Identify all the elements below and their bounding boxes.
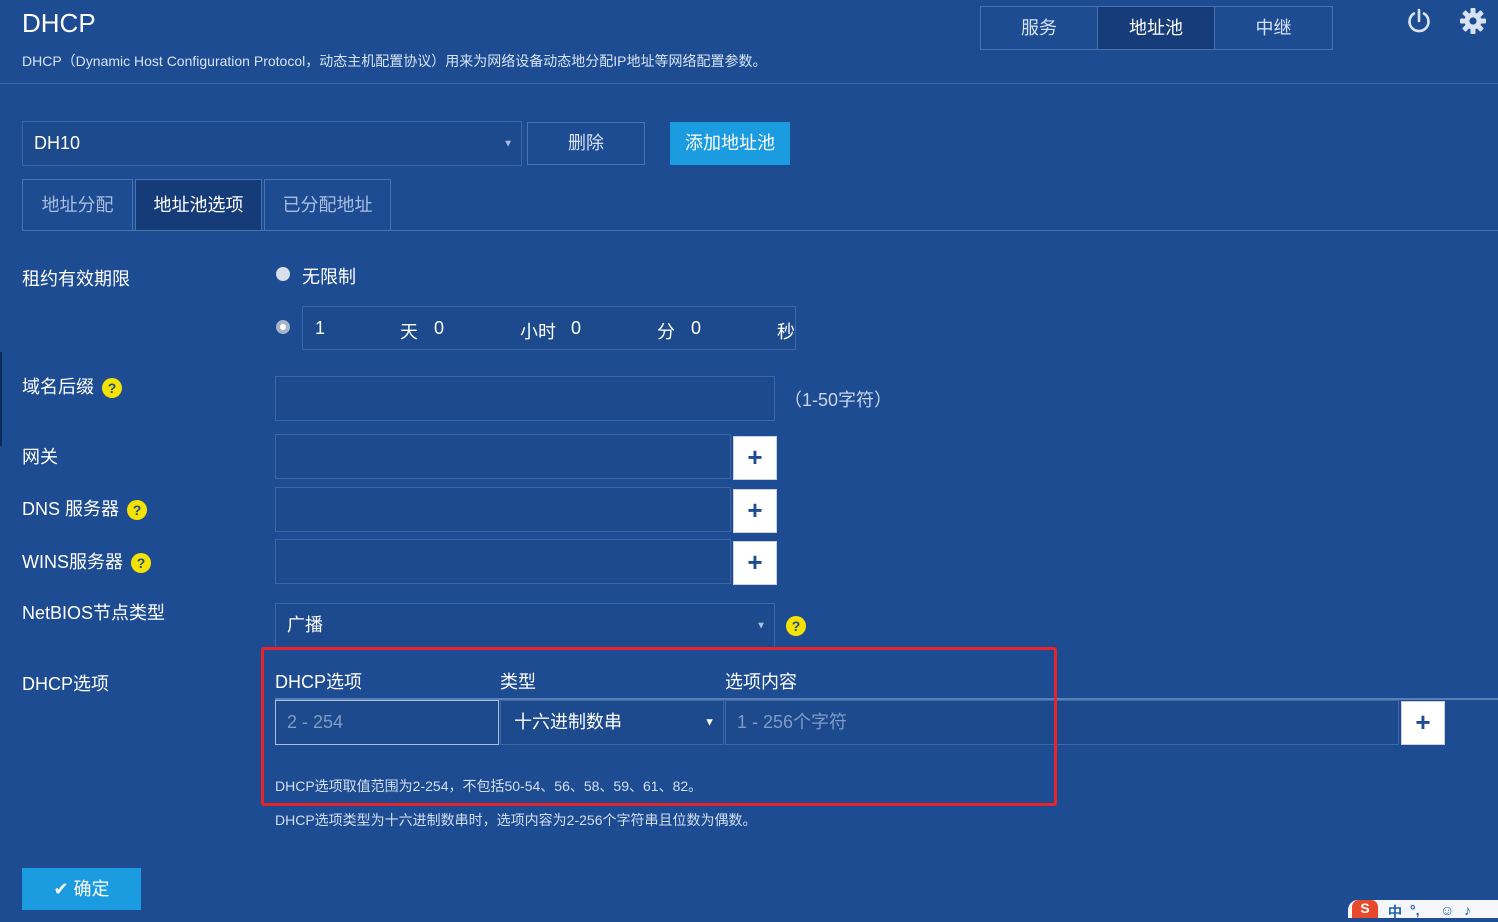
emoji-icon[interactable]: ☺ xyxy=(1440,902,1454,918)
help-icon[interactable]: ? xyxy=(786,616,806,636)
ime-punctuation-label[interactable]: °, xyxy=(1410,902,1420,918)
domain-suffix-input[interactable] xyxy=(275,376,775,421)
confirm-button[interactable]: ✔ 确定 xyxy=(22,868,141,910)
dns-input[interactable] xyxy=(275,487,731,532)
lease-days-input[interactable]: 1 xyxy=(315,318,325,339)
section-switch: 服务 地址池 中继 xyxy=(980,6,1333,50)
wins-input[interactable] xyxy=(275,539,731,584)
plus-icon: + xyxy=(747,442,763,472)
lease-minutes-input[interactable]: 0 xyxy=(571,318,581,339)
highlight-box xyxy=(261,647,1057,806)
netbios-select-value: 广播 xyxy=(287,615,323,635)
sogou-icon[interactable]: S xyxy=(1352,900,1378,918)
chevron-down-icon: ▼ xyxy=(756,620,766,631)
lease-label: 租约有效期限 xyxy=(22,269,130,289)
help-icon[interactable]: ? xyxy=(127,500,148,521)
header-divider xyxy=(0,83,1498,84)
gateway-input[interactable] xyxy=(275,434,731,479)
gateway-label: 网关 xyxy=(22,447,58,467)
add-wins-button[interactable]: + xyxy=(733,541,777,585)
add-pool-button[interactable]: 添加地址池 xyxy=(670,122,790,165)
ime-toolbar[interactable]: S 中 °, ☺ ♪ xyxy=(1348,900,1498,920)
confirm-label: 确定 xyxy=(73,879,110,899)
page-description: DHCP（Dynamic Host Configuration Protocol… xyxy=(22,53,767,69)
power-icon[interactable] xyxy=(1406,8,1432,34)
add-dns-button[interactable]: + xyxy=(733,489,777,533)
left-edge-marker xyxy=(0,352,2,446)
delete-pool-button[interactable]: 删除 xyxy=(527,122,645,165)
tab-divider xyxy=(22,230,1498,231)
lease-seconds-input[interactable]: 0 xyxy=(691,318,701,339)
lease-unlimited-radio[interactable] xyxy=(276,267,290,281)
pool-tabs: 地址分配 地址池选项 已分配地址 xyxy=(22,179,393,231)
tab-pool-options[interactable]: 地址池选项 xyxy=(135,179,262,231)
help-icon[interactable]: ? xyxy=(131,553,151,574)
gear-icon[interactable] xyxy=(1459,7,1487,35)
wins-label-text: WINS服务器 xyxy=(22,552,123,572)
plus-icon: + xyxy=(1415,707,1431,737)
dns-label-text: DNS 服务器 xyxy=(22,499,120,519)
lease-hours-unit: 小时 xyxy=(520,322,556,342)
segment-service[interactable]: 服务 xyxy=(981,7,1098,49)
add-dhcp-option-button[interactable]: + xyxy=(1401,701,1445,745)
tab-assigned-addresses[interactable]: 已分配地址 xyxy=(264,179,391,231)
check-icon: ✔ xyxy=(53,879,69,899)
lease-hours-input[interactable]: 0 xyxy=(434,318,444,339)
add-gateway-button[interactable]: + xyxy=(733,436,777,480)
netbios-select[interactable]: 广播 ▼ xyxy=(275,603,775,648)
lease-custom-radio[interactable] xyxy=(276,320,290,334)
netbios-label: NetBIOS节点类型 xyxy=(22,603,166,623)
dhcp-options-label: DHCP选项 xyxy=(22,674,110,694)
domain-label-text: 域名后缀 xyxy=(22,377,94,397)
lease-unlimited-label: 无限制 xyxy=(302,267,356,287)
segment-address-pool[interactable]: 地址池 xyxy=(1098,7,1215,49)
dhcp-option-type-note: DHCP选项类型为十六进制数串时，选项内容为2-256个字符串且位数为偶数。 xyxy=(275,812,757,828)
plus-icon: + xyxy=(747,495,763,525)
help-icon[interactable]: ? xyxy=(102,378,122,399)
pool-select-value: DH10 xyxy=(34,133,81,153)
lease-seconds-unit: 秒 xyxy=(777,322,795,342)
lease-minutes-unit: 分 xyxy=(657,322,675,342)
wins-label: WINS服务器? xyxy=(22,548,151,574)
segment-relay[interactable]: 中继 xyxy=(1215,7,1332,49)
dns-label: DNS 服务器? xyxy=(22,495,148,521)
ime-chinese-label[interactable]: 中 xyxy=(1388,902,1402,922)
plus-icon: + xyxy=(747,547,763,577)
chevron-down-icon: ▼ xyxy=(503,138,513,149)
domain-hint: （1-50字符） xyxy=(784,390,893,410)
pool-select[interactable]: DH10 ▼ xyxy=(22,121,522,166)
lease-duration-box: 1 天 0 小时 0 分 0 秒 xyxy=(302,306,796,350)
tab-address-assignment[interactable]: 地址分配 xyxy=(22,179,133,231)
lease-days-unit: 天 xyxy=(400,322,418,342)
microphone-icon[interactable]: ♪ xyxy=(1464,902,1471,918)
domain-label: 域名后缀? xyxy=(22,373,122,399)
page-title: DHCP xyxy=(22,8,96,38)
